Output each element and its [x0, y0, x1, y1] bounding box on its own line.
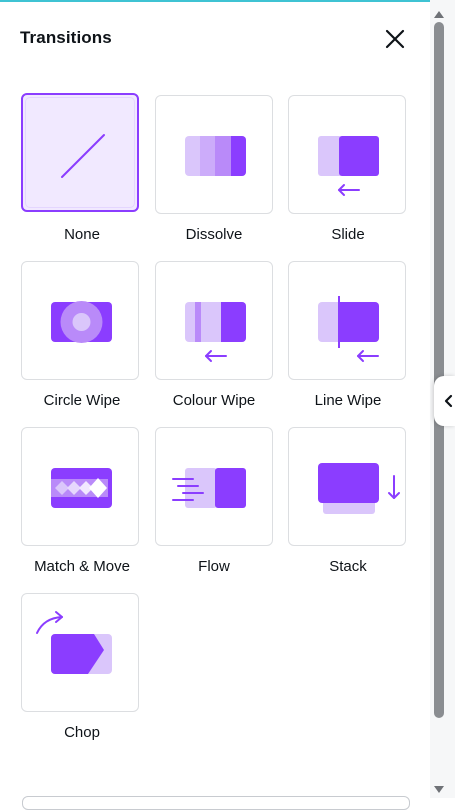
transition-label-circle-wipe: Circle Wipe [43, 392, 121, 409]
scroll-up-button[interactable] [433, 6, 445, 18]
transition-tile-stack[interactable] [288, 427, 406, 546]
transition-label-line-wipe: Line Wipe [314, 392, 382, 409]
collapse-panel-button[interactable] [434, 376, 455, 426]
flow-transition-icon [172, 468, 246, 508]
transition-tile-dissolve[interactable] [155, 95, 273, 214]
panel-title: Transitions [20, 28, 112, 47]
transition-label-dissolve: Dissolve [185, 226, 243, 243]
circle-wipe-transition-icon [51, 301, 112, 343]
scrollbar-thumb[interactable] [434, 22, 444, 718]
transition-label-chop: Chop [64, 724, 100, 741]
transition-tile-circle-wipe[interactable] [21, 261, 139, 380]
transition-label-none: None [64, 226, 100, 243]
none-transition-icon [61, 134, 105, 178]
bottom-field-edge [22, 796, 410, 810]
chevron-left-icon [444, 394, 453, 408]
transition-tile-line-wipe[interactable] [288, 261, 406, 380]
transition-tile-flow[interactable] [155, 427, 273, 546]
dissolve-transition-icon [185, 136, 246, 176]
stack-transition-icon [318, 463, 400, 514]
transition-tile-colour-wipe[interactable] [155, 261, 273, 380]
colour-wipe-transition-icon [185, 302, 246, 362]
transition-tile-none[interactable] [21, 93, 139, 212]
close-icon [385, 29, 405, 49]
transition-label-stack: Stack [329, 558, 367, 575]
triangle-up-icon [434, 11, 444, 18]
transition-tile-slide[interactable] [288, 95, 406, 214]
transitions-panel: Transitions None Dissolve Slide Circle W… [0, 2, 430, 810]
close-button[interactable] [382, 26, 408, 52]
slide-transition-icon [318, 136, 379, 196]
chop-transition-icon [36, 611, 112, 674]
transition-label-colour-wipe: Colour Wipe [172, 392, 256, 409]
triangle-down-icon [434, 786, 444, 793]
transition-tile-match-and-move[interactable] [21, 427, 139, 546]
transition-label-match-and-move: Match & Move [34, 558, 130, 575]
transition-label-flow: Flow [198, 558, 230, 575]
scroll-down-button[interactable] [433, 782, 445, 793]
transition-tile-chop[interactable] [21, 593, 139, 712]
line-wipe-transition-icon [318, 296, 379, 362]
match-and-move-transition-icon [51, 468, 112, 508]
transition-label-slide: Slide [331, 226, 365, 243]
